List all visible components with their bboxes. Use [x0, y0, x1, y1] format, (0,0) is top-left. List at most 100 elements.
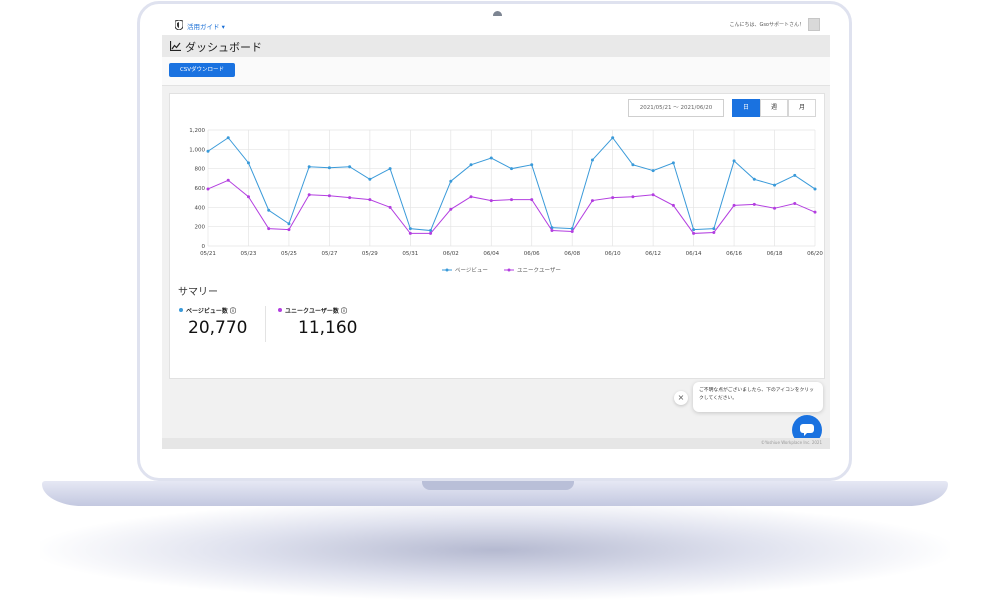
series-point-1: [813, 210, 817, 214]
series-point-0: [489, 156, 493, 160]
series-point-1: [793, 201, 797, 205]
period-day-button[interactable]: 日: [732, 99, 760, 117]
series-point-1: [388, 205, 392, 209]
series-point-0: [388, 167, 392, 171]
pageview-metric-value: 20,770: [188, 318, 248, 338]
series-point-0: [327, 166, 331, 170]
series-point-1: [530, 198, 534, 202]
series-point-0: [368, 177, 372, 181]
line-chart: 0 200 400 600 800 1,000 1,200 05/21 05/23 05/25 05…: [189, 128, 823, 274]
action-bar: CSVダウンロード: [162, 57, 830, 86]
series-point-1: [469, 195, 473, 199]
copyright-text: ©Yoshiue Workplace Inc. 2021: [760, 440, 822, 445]
series-point-1: [671, 203, 675, 207]
series-point-1: [773, 206, 777, 210]
series-point-0: [530, 163, 534, 167]
series-point-1: [246, 195, 250, 199]
x-tick-label: 05/31: [402, 251, 418, 257]
x-tick-label: 06/16: [726, 251, 742, 257]
y-tick-label: 1,200: [189, 128, 205, 134]
series-point-1: [570, 230, 574, 233]
series-point-1: [449, 207, 453, 211]
series-point-0: [712, 227, 716, 231]
uniqueuser-metric-label: ユニークユーザー数 ⓘ: [278, 306, 347, 315]
series-point-0: [469, 163, 473, 167]
x-tick-label: 05/23: [241, 251, 257, 257]
series-point-1: [732, 203, 736, 207]
page-title: ダッシュボード: [185, 41, 262, 54]
series-point-1: [408, 231, 412, 235]
pageview-legend-dot: [179, 308, 183, 312]
x-tick-label: 05/27: [321, 251, 337, 257]
x-tick-label: 06/18: [767, 251, 783, 257]
period-week-button[interactable]: 週: [760, 99, 788, 117]
series-point-0: [348, 165, 352, 169]
series-point-1: [206, 187, 210, 191]
pageview-metric-label: ページビュー数 ⓘ: [179, 306, 236, 315]
guide-link[interactable]: 活用ガイド ▾: [187, 21, 225, 31]
series-point-1: [348, 196, 352, 200]
series-point-1: [550, 229, 554, 233]
series-point-0: [732, 159, 736, 163]
chat-message-bubble: ご不明な点がございましたら、下のアイコンをクリックしてください。: [693, 382, 823, 412]
series-point-1: [611, 196, 615, 200]
legend-label-0: ページビュー: [455, 266, 488, 274]
series-point-0: [226, 136, 230, 140]
x-tick-label: 05/29: [362, 251, 378, 257]
series-point-1: [712, 230, 716, 234]
series-point-0: [287, 222, 291, 226]
series-point-1: [692, 231, 696, 235]
series-point-1: [631, 195, 635, 199]
x-tick-label: 06/12: [645, 251, 661, 257]
pageview-metric-text: ページビュー数 ⓘ: [186, 308, 236, 315]
logo-icon: [175, 20, 183, 30]
series-point-0: [510, 167, 513, 171]
x-tick-label: 06/02: [443, 251, 459, 257]
series-point-1: [590, 199, 594, 203]
x-tick-label: 05/21: [200, 251, 216, 257]
series-point-0: [692, 228, 696, 232]
laptop-shadow: [40, 500, 950, 600]
series-point-0: [752, 177, 756, 181]
csv-download-button[interactable]: CSVダウンロード: [169, 63, 235, 77]
uniqueuser-metric-text: ユニークユーザー数 ⓘ: [285, 308, 347, 315]
metric-divider: [265, 306, 266, 342]
period-month-button[interactable]: 月: [788, 99, 816, 117]
avatar[interactable]: [808, 18, 820, 31]
summary-title: サマリー: [178, 287, 218, 298]
series-point-0: [671, 161, 675, 165]
footer: ©Yoshiue Workplace Inc. 2021: [162, 438, 830, 449]
series-point-0: [590, 158, 594, 162]
series-point-1: [327, 194, 331, 198]
chat-icon: [800, 424, 814, 436]
y-tick-label: 800: [195, 167, 206, 173]
x-tick-label: 06/08: [564, 251, 580, 257]
title-bar: ダッシュボード: [162, 35, 830, 57]
series-point-1: [651, 193, 655, 197]
laptop-notch: [422, 481, 574, 490]
series-point-0: [631, 163, 635, 167]
series-point-0: [206, 149, 210, 153]
series-line-0: [207, 136, 816, 232]
x-tick-label: 06/14: [686, 251, 702, 257]
series-point-1: [226, 178, 230, 182]
x-tick-label: 06/20: [807, 251, 823, 257]
user-greeting: こんにちは、Gsoサポートさん！: [729, 22, 804, 28]
series-point-1: [752, 202, 756, 206]
series-point-1: [267, 227, 271, 231]
series-point-0: [651, 169, 655, 173]
series-point-0: [267, 208, 271, 212]
series-point-0: [813, 187, 817, 191]
y-tick-label: 600: [195, 186, 206, 192]
date-range-picker[interactable]: 2021/05/21 〜 2021/06/20: [628, 99, 724, 117]
series-point-0: [773, 183, 777, 187]
y-tick-label: 200: [195, 225, 206, 231]
series-point-0: [307, 165, 311, 169]
series-point-0: [246, 161, 250, 165]
x-tick-label: 05/25: [281, 251, 297, 257]
chat-close-button[interactable]: ×: [674, 391, 688, 405]
series-point-0: [408, 227, 412, 231]
series-point-1: [287, 228, 291, 232]
series-point-0: [611, 136, 615, 140]
legend-marker-1: [507, 268, 511, 272]
